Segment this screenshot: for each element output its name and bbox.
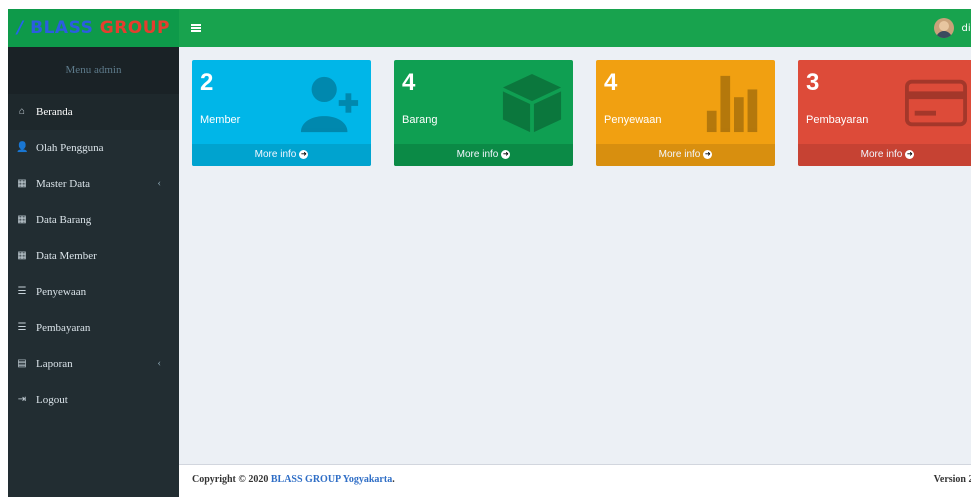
more-info-link[interactable]: More info ➜ <box>596 144 775 166</box>
brand-name-part1: BLASS <box>30 18 94 38</box>
brand-name-part2: GROUP <box>99 18 170 38</box>
more-info-label: More info <box>254 149 297 160</box>
table-icon: ▦ <box>17 214 27 225</box>
sidebar-item-master-data[interactable]: ▦ Master Data ‹ <box>8 166 179 202</box>
more-info-label: More info <box>456 149 499 160</box>
table-icon: ▦ <box>17 178 27 189</box>
user-icon: 👤 <box>16 142 29 153</box>
bar-chart-icon <box>706 75 758 133</box>
company-link[interactable]: BLASS GROUP Yogyakarta <box>271 474 392 485</box>
stat-label: Member <box>200 114 241 126</box>
sidebar-item-label: Master Data <box>36 178 91 190</box>
stat-box-member: 2 Member More info ➜ <box>192 60 371 166</box>
user-name: din <box>961 22 971 34</box>
arrow-circle-right-icon: ➜ <box>905 149 915 159</box>
user-menu[interactable]: din <box>933 18 971 38</box>
stat-box-barang: 4 Barang More info ➜ <box>394 60 573 166</box>
brand-icon: / <box>17 18 24 38</box>
app-frame: / BLASS GROUP din Menu admin ⌂ Beranda 👤… <box>8 9 971 497</box>
sidebar-item-penyewaan[interactable]: ☰ Penyewaan <box>8 274 179 310</box>
stat-number: 3 <box>806 69 820 96</box>
top-navbar: din <box>179 9 971 47</box>
sidebar-item-label: Data Member <box>36 250 97 262</box>
sidebar-item-label: Penyewaan <box>36 286 87 298</box>
list-icon: ☰ <box>17 322 27 333</box>
home-icon: ⌂ <box>18 106 25 117</box>
sidebar-item-pembayaran[interactable]: ☰ Pembayaran <box>8 310 179 346</box>
main-content: 2 Member More info ➜ 4 Barang More info ➜ <box>179 47 971 465</box>
sign-out-icon: ⇥ <box>17 394 27 405</box>
sidebar-item-logout[interactable]: ⇥ Logout <box>8 382 179 418</box>
sidebar-item-beranda[interactable]: ⌂ Beranda <box>8 94 179 130</box>
sidebar-item-olah-pengguna[interactable]: 👤 Olah Pengguna <box>8 130 179 166</box>
sidebar-header: Menu admin <box>8 47 179 94</box>
more-info-link[interactable]: More info ➜ <box>394 144 573 166</box>
sidebar: Menu admin ⌂ Beranda 👤 Olah Pengguna ▦ M… <box>8 47 179 497</box>
user-plus-icon <box>300 76 359 133</box>
copyright-text: Copyright © 2020 BLASS GROUP Yogyakarta. <box>192 474 395 485</box>
sidebar-item-label: Laporan <box>36 358 73 370</box>
arrow-circle-right-icon: ➜ <box>501 149 511 159</box>
copyright-suffix: . <box>392 474 395 485</box>
stat-number: 4 <box>604 69 618 96</box>
list-icon: ☰ <box>17 286 27 297</box>
more-info-link[interactable]: More info ➜ <box>192 144 371 166</box>
version-text: Version 2.4 <box>933 474 971 485</box>
more-info-label: More info <box>860 149 903 160</box>
cube-icon <box>502 73 562 133</box>
table-icon: ▦ <box>17 250 27 261</box>
sidebar-item-label: Beranda <box>36 106 73 118</box>
arrow-circle-right-icon: ➜ <box>299 149 309 159</box>
sidebar-item-laporan[interactable]: ▤ Laporan ‹ <box>8 346 179 382</box>
arrow-circle-right-icon: ➜ <box>703 149 713 159</box>
sidebar-item-data-barang[interactable]: ▦ Data Barang <box>8 202 179 238</box>
stat-number: 2 <box>200 69 214 96</box>
stat-label: Penyewaan <box>604 114 662 126</box>
stat-label: Pembayaran <box>806 114 869 126</box>
chevron-left-icon: ‹ <box>157 177 161 189</box>
copyright-prefix: Copyright © 2020 <box>192 474 271 485</box>
chevron-left-icon: ‹ <box>157 357 161 369</box>
stat-label: Barang <box>402 114 438 126</box>
stat-number: 4 <box>402 69 416 96</box>
credit-card-icon <box>905 79 967 127</box>
hamburger-icon[interactable] <box>191 18 205 38</box>
sidebar-item-data-member[interactable]: ▦ Data Member <box>8 238 179 274</box>
sidebar-item-label: Pembayaran <box>36 322 91 334</box>
stat-box-penyewaan: 4 Penyewaan More info ➜ <box>596 60 775 166</box>
page-footer: Copyright © 2020 BLASS GROUP Yogyakarta.… <box>179 464 971 497</box>
sidebar-item-label: Logout <box>36 394 68 406</box>
file-icon: ▤ <box>17 358 27 369</box>
more-info-link[interactable]: More info ➜ <box>798 144 971 166</box>
sidebar-item-label: Data Barang <box>36 214 92 226</box>
sidebar-item-label: Olah Pengguna <box>36 142 104 154</box>
brand-logo[interactable]: / BLASS GROUP <box>8 9 179 47</box>
avatar <box>933 18 954 38</box>
stat-box-pembayaran: 3 Pembayaran More info ➜ <box>798 60 971 166</box>
more-info-label: More info <box>658 149 701 160</box>
